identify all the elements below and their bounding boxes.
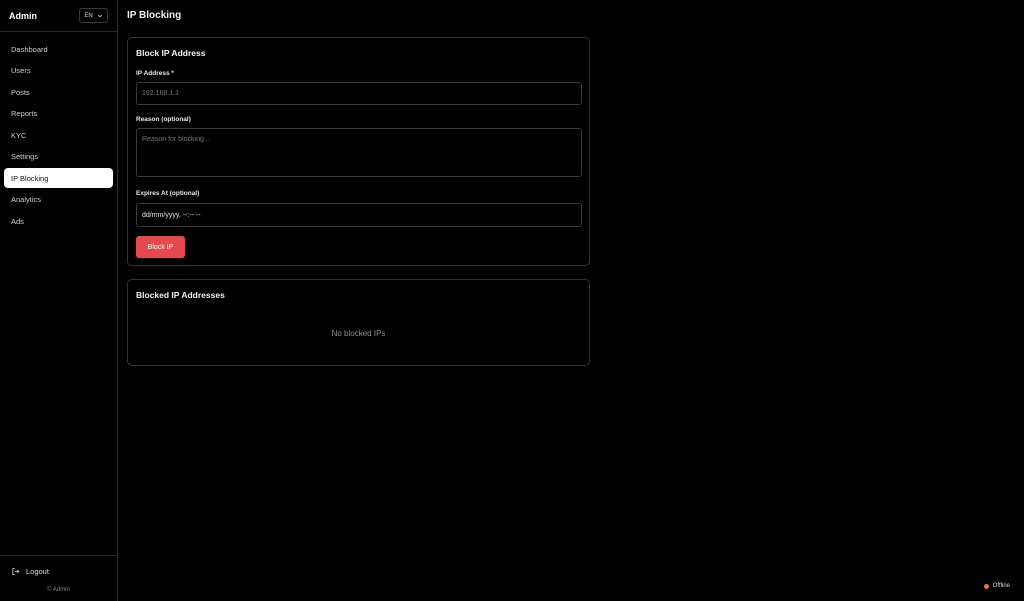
reason-label: Reason (optional) (136, 116, 191, 123)
blocked-ips-card: Blocked IP Addresses No blocked IPs (127, 279, 590, 366)
status-dot-icon (983, 583, 989, 589)
sidebar-item-kyc[interactable]: KYC (4, 125, 113, 145)
block-ip-card: Block IP Address IP Address * 192.168.1.… (127, 37, 590, 266)
ip-address-placeholder: 192.168.1.1 (142, 90, 179, 97)
sidebar-item-users[interactable]: Users (4, 61, 113, 81)
blocked-ips-card-title: Blocked IP Addresses (136, 290, 225, 300)
ip-address-label: IP Address * (136, 70, 174, 77)
sidebar-item-label: Dashboard (11, 44, 48, 54)
sidebar-item-label: IP Blocking (11, 173, 49, 183)
sidebar-item-label: Ads (11, 216, 24, 226)
sidebar-item-label: KYC (11, 130, 27, 140)
sidebar: Admin EN Dashboard Users Posts Reports K… (0, 0, 118, 601)
logout-icon (12, 568, 20, 575)
page-title: IP Blocking (127, 10, 182, 21)
brand-title: Admin (9, 10, 37, 21)
logout-button[interactable]: Logout (11, 567, 49, 576)
sidebar-item-label: Users (11, 66, 31, 75)
sidebar-item-analytics[interactable]: Analytics (4, 190, 113, 210)
sidebar-footer: Logout © Admin (0, 555, 117, 601)
sidebar-item-label: Settings (11, 152, 39, 161)
status-label: Offline (992, 583, 1010, 589)
sidebar-item-posts[interactable]: Posts (4, 82, 113, 102)
sidebar-nav: Dashboard Users Posts Reports KYC Settin… (0, 32, 117, 231)
expires-at-value: dd/mm/yyyy, --:-- -- (142, 211, 201, 219)
sidebar-item-ip-blocking[interactable]: IP Blocking (4, 168, 113, 188)
logout-label: Logout (26, 567, 49, 576)
sidebar-item-settings[interactable]: Settings (4, 147, 113, 167)
reason-textarea[interactable]: Reason for blocking... (136, 128, 582, 177)
ip-address-input[interactable]: 192.168.1.1 (136, 82, 582, 105)
language-value: EN (84, 12, 93, 19)
sidebar-item-label: Reports (11, 109, 38, 118)
connection-status: Offline (983, 583, 1010, 589)
chevron-down-icon (97, 14, 102, 17)
copyright-text: © Admin (47, 587, 70, 593)
block-ip-button[interactable]: Block IP (136, 236, 185, 258)
sidebar-item-ads[interactable]: Ads (4, 211, 113, 231)
sidebar-header: Admin EN (0, 0, 117, 32)
expires-at-input[interactable]: dd/mm/yyyy, --:-- -- (136, 203, 582, 227)
sidebar-item-label: Analytics (11, 195, 42, 204)
app: Admin EN Dashboard Users Posts Reports K… (0, 0, 1024, 601)
language-select[interactable]: EN (79, 8, 108, 23)
block-ip-card-title: Block IP Address (136, 48, 206, 58)
empty-state-text: No blocked IPs (331, 329, 386, 338)
sidebar-item-dashboard[interactable]: Dashboard (4, 39, 113, 59)
sidebar-item-reports[interactable]: Reports (4, 104, 113, 124)
expires-at-label: Expires At (optional) (136, 190, 200, 197)
reason-placeholder: Reason for blocking... (142, 136, 210, 143)
sidebar-item-label: Posts (11, 87, 30, 97)
